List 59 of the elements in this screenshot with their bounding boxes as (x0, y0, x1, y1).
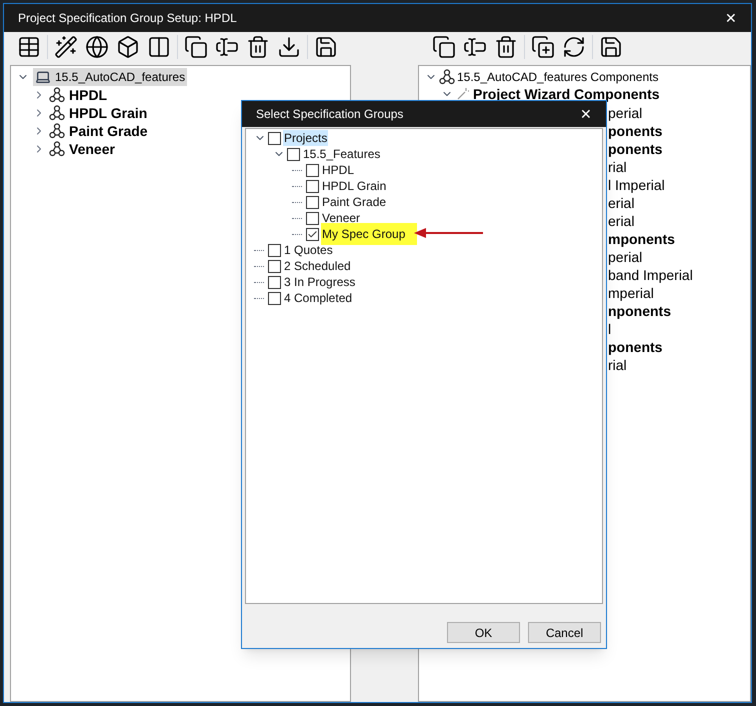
checkbox[interactable] (306, 164, 319, 176)
tree-item[interactable]: 15.5_AutoCAD_features (33, 68, 188, 86)
tree-item-label[interactable]: 15.5_AutoCAD_features Components (457, 68, 658, 86)
checkbox[interactable] (268, 132, 281, 144)
window-title: Project Specification Group Setup: HPDL (18, 10, 237, 27)
tree-item-label[interactable]: ponents (608, 120, 662, 142)
checkbox[interactable] (268, 260, 281, 272)
laptop-icon (35, 69, 51, 85)
tree-item-label[interactable]: HPDL Grain (321, 178, 388, 194)
tree-item-label[interactable]: rial (608, 354, 627, 376)
tree-item-label[interactable]: l Imperial (608, 174, 665, 196)
tree-item-label[interactable]: My Spec Group (321, 223, 418, 245)
tree-item-label[interactable]: ponents (608, 138, 662, 160)
tree-item-label[interactable]: erial (608, 192, 634, 214)
tree-item-label[interactable]: Projects (283, 130, 328, 146)
close-button[interactable]: ✕ (725, 8, 737, 28)
tree-item-label[interactable]: Paint Grade (69, 120, 148, 142)
tree-item-label[interactable]: HPDL (321, 162, 356, 178)
tree-item-label[interactable]: band Imperial (608, 264, 693, 286)
node-icon (439, 69, 455, 85)
dialog-title: Select Specification Groups (256, 106, 404, 123)
node-icon (49, 141, 65, 157)
tree-item-label[interactable]: HPDL (69, 84, 108, 106)
tree-item-label[interactable]: Project Wizard Components (473, 86, 660, 102)
tree-item-label[interactable]: Paint Grade (321, 194, 388, 210)
checkbox[interactable] (306, 196, 319, 208)
dialog-button[interactable]: Cancel (528, 622, 601, 643)
tree-item-label[interactable]: 2 Scheduled (283, 258, 352, 274)
tree-item-label[interactable]: ponents (608, 336, 662, 358)
node-icon (49, 87, 65, 103)
node-icon (49, 123, 65, 139)
checkbox[interactable] (306, 212, 319, 224)
tree-item-label[interactable]: mponents (608, 228, 675, 250)
checkbox[interactable] (268, 276, 281, 288)
tree-item-label[interactable]: 4 Completed (283, 290, 354, 306)
tree-item-label[interactable]: 1 Quotes (283, 242, 334, 258)
tree-item-label[interactable]: HPDL Grain (69, 102, 148, 124)
checkbox[interactable] (306, 180, 319, 192)
tree-item-label[interactable]: Veneer (69, 138, 115, 160)
close-button[interactable]: ✕ (580, 104, 592, 124)
dialog-button[interactable]: OK (447, 622, 520, 643)
tree-item-label[interactable]: rial (608, 156, 627, 178)
checkbox[interactable] (306, 228, 319, 240)
checkbox[interactable] (268, 292, 281, 304)
tree-item-label[interactable]: 3 In Progress (283, 274, 356, 290)
tree-item-label[interactable]: l (608, 318, 612, 340)
tree-item-label[interactable]: nponents (608, 300, 671, 322)
tree-item-label[interactable]: 15.5_Features (302, 146, 382, 162)
tree-item-label[interactable]: Veneer (321, 210, 362, 226)
tree-item-label[interactable]: perial (608, 246, 642, 268)
tree-item-label[interactable]: 15.5_AutoCAD_features (55, 68, 186, 86)
checkbox[interactable] (268, 244, 281, 256)
tree-item-label[interactable]: mperial (608, 282, 654, 304)
tree-item-label[interactable]: erial (608, 210, 634, 232)
checkbox[interactable] (287, 148, 300, 160)
tree-item-label[interactable]: perial (608, 102, 642, 124)
node-icon (49, 105, 65, 121)
magic-wand-icon (457, 88, 469, 100)
pointer-arrow (414, 227, 484, 239)
